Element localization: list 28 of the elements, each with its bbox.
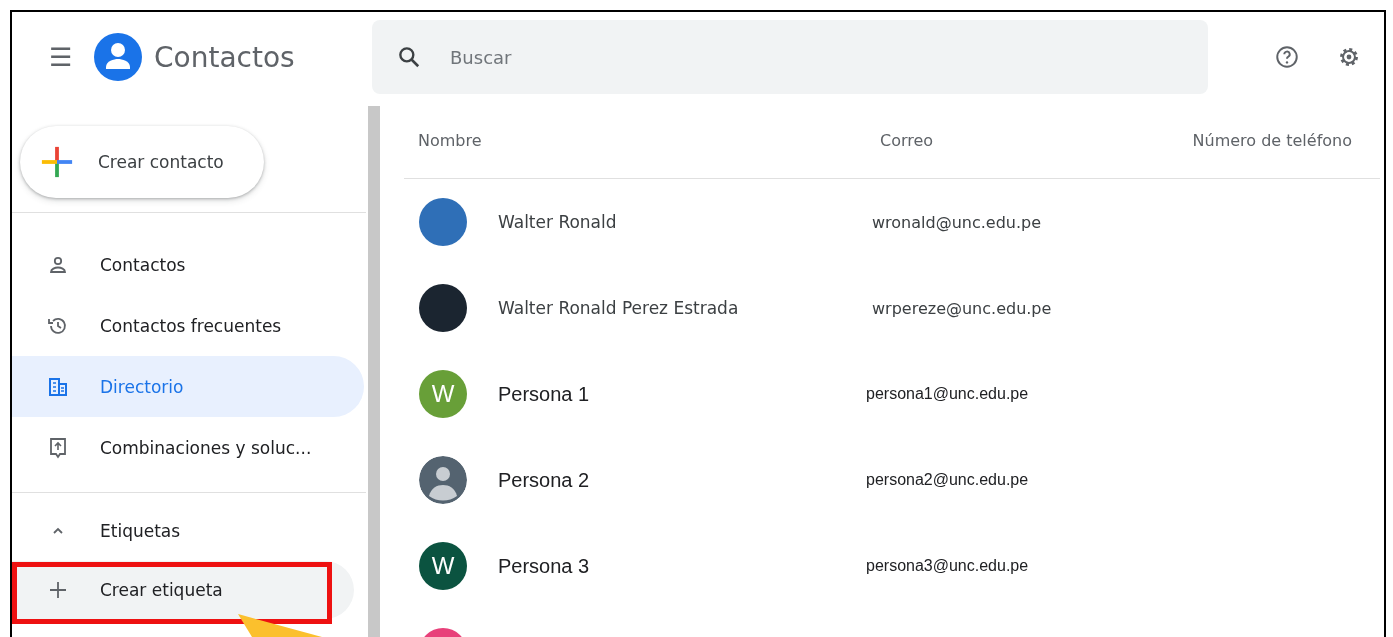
contact-email: persona3@unc.edu.pe — [866, 557, 1029, 575]
scrollbar[interactable] — [368, 106, 380, 637]
contact-email: persona2@unc.edu.pe — [866, 471, 1029, 489]
menu-button[interactable]: ☰ — [42, 44, 78, 70]
app-title: Contactos — [154, 40, 296, 74]
create-contact-button[interactable]: Crear contacto — [20, 126, 264, 198]
search-field[interactable]: Buscar — [372, 20, 1208, 94]
letter-avatar: W — [419, 542, 467, 590]
create-label-button[interactable]: Crear etiqueta — [12, 561, 354, 619]
sidebar-item[interactable]: Contactos frecuentes — [12, 295, 364, 356]
sidebar-item[interactable]: Contactos — [12, 234, 364, 295]
contact-email: wronald@unc.edu.pe — [872, 212, 1042, 232]
contact-name: Walter Ronald — [498, 212, 618, 232]
plus-icon — [40, 145, 74, 179]
labels-heading: Etiquetas — [100, 521, 181, 541]
column-header[interactable]: Nombre — [406, 130, 880, 150]
column-header[interactable]: Número de teléfono — [1180, 130, 1380, 150]
sidebar-item[interactable]: Directorio — [12, 356, 364, 417]
help-icon[interactable] — [1274, 44, 1300, 70]
contact-name: Walter Ronald Perez Estrada — [498, 298, 740, 318]
search-icon[interactable] — [396, 44, 422, 70]
column-header[interactable]: Correo — [880, 130, 1180, 150]
contact-email: persona1@unc.edu.pe — [866, 385, 1029, 403]
contact-email: wrpereze@unc.edu.pe — [872, 298, 1052, 318]
sidebar-item[interactable]: Combinaciones y soluc... — [12, 417, 364, 478]
contacts-logo-icon — [94, 33, 142, 81]
person-avatar-icon — [419, 456, 467, 504]
letter-avatar: W — [419, 370, 467, 418]
